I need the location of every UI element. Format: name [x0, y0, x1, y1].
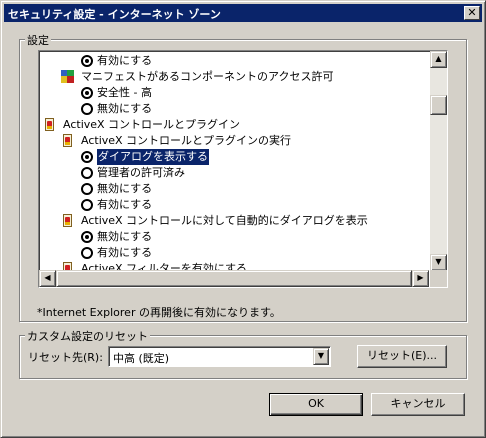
cancel-button-label: キャンセル [390, 397, 446, 410]
reset-to-label: リセット先(R): [28, 351, 103, 364]
radio-checked-icon[interactable] [81, 87, 93, 99]
scrollbar-corner [430, 270, 447, 287]
radio-option-label[interactable]: 無効にする [97, 229, 152, 245]
radio-unchecked-icon[interactable] [81, 199, 93, 211]
scroll-up-button[interactable]: ▲ [430, 51, 447, 68]
reset-button-label: リセット(E)... [366, 349, 438, 362]
settings-tree-list[interactable]: 有効にする マニフェストがあるコンポーネントのアクセス許可 安全性 - 高無効にする… [38, 50, 448, 288]
security-settings-dialog: セキュリティ設定 - インターネット ゾーン ✕ 設定 有効にする マニフェストが… [0, 0, 486, 438]
ok-button[interactable]: OK [269, 393, 363, 416]
vertical-scroll-thumb[interactable] [430, 95, 447, 115]
close-icon: ✕ [467, 6, 477, 19]
radio-option-label[interactable]: 無効にする [97, 181, 152, 197]
manifest-permission-icon [61, 70, 74, 84]
cancel-button[interactable]: キャンセル [371, 393, 465, 416]
scroll-right-button[interactable]: ▶ [412, 270, 429, 287]
radio-option-label[interactable]: 有効にする [97, 53, 152, 69]
window-title: セキュリティ設定 - インターネット ゾーン [8, 8, 221, 21]
radio-option-label[interactable]: 管理者の許可済み [97, 165, 185, 181]
radio-unchecked-icon[interactable] [81, 167, 93, 179]
horizontal-scroll-thumb[interactable] [56, 270, 412, 287]
reset-level-dropdown[interactable]: 中高 (既定) ▼ [108, 346, 331, 367]
radio-option-label[interactable]: 有効にする [97, 197, 152, 213]
title-bar[interactable]: セキュリティ設定 - インターネット ゾーン ✕ [4, 4, 482, 22]
activex-icon [61, 214, 74, 228]
radio-unchecked-icon[interactable] [81, 247, 93, 259]
dropdown-button[interactable]: ▼ [313, 348, 329, 365]
arrow-down-icon: ▼ [435, 257, 442, 266]
radio-checked-icon[interactable] [81, 55, 93, 67]
radio-unchecked-icon[interactable] [81, 183, 93, 195]
radio-option-label[interactable]: 有効にする [97, 245, 152, 261]
setting-category-label: ActiveX コントロールに対して自動的にダイアログを表示 [81, 214, 368, 227]
radio-option-label[interactable]: ダイアログを表示する [96, 148, 210, 166]
arrow-up-icon: ▲ [435, 54, 442, 63]
setting-category-label: ActiveX コントロールとプラグイン [63, 118, 241, 131]
chevron-down-icon: ▼ [317, 351, 325, 360]
scroll-left-button[interactable]: ◀ [39, 270, 56, 287]
arrow-left-icon: ◀ [44, 273, 51, 282]
reset-button[interactable]: リセット(E)... [357, 345, 447, 368]
radio-unchecked-icon[interactable] [81, 103, 93, 115]
radio-option-label[interactable]: 安全性 - 高 [97, 85, 152, 101]
radio-checked-icon[interactable] [81, 151, 93, 163]
reset-group-label: カスタム設定のリセット [25, 328, 150, 344]
activex-icon [61, 134, 74, 148]
scroll-down-button[interactable]: ▼ [430, 254, 447, 271]
horizontal-scrollbar[interactable]: ◀ ▶ [39, 270, 429, 287]
close-button[interactable]: ✕ [464, 6, 480, 20]
radio-option-label[interactable]: 無効にする [97, 101, 152, 117]
settings-group-label: 設定 [25, 32, 51, 48]
reset-level-value: 中高 (既定) [113, 352, 170, 365]
ok-button-label: OK [308, 397, 324, 410]
radio-checked-icon[interactable] [81, 231, 93, 243]
setting-category-label: ActiveX コントロールとプラグインの実行 [81, 134, 292, 147]
arrow-right-icon: ▶ [417, 273, 424, 282]
vertical-scrollbar[interactable]: ▲ ▼ [430, 51, 447, 271]
settings-tree-items: 有効にする マニフェストがあるコンポーネントのアクセス許可 安全性 - 高無効にする… [39, 51, 429, 271]
restart-note: *Internet Explorer の再開後に有効になります。 [37, 306, 281, 319]
activex-icon [43, 118, 56, 132]
setting-category-label: マニフェストがあるコンポーネントのアクセス許可 [81, 70, 334, 83]
